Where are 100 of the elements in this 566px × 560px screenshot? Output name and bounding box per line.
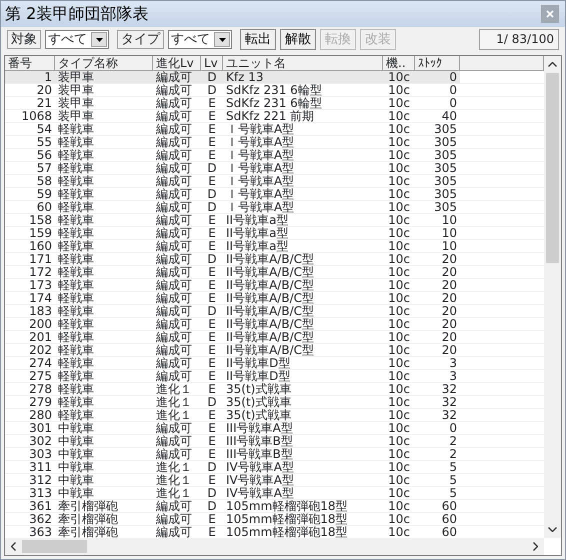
table-cell: E [201, 318, 223, 331]
table-cell: 35(t)式戦車 [223, 409, 383, 422]
table-cell: 278 [5, 383, 55, 396]
table-cell: E [201, 383, 223, 396]
filter-label: タイプ [117, 30, 164, 49]
close-button[interactable] [541, 5, 559, 23]
scroll-up-icon[interactable] [548, 62, 557, 67]
table-cell: II号戦車a型 [223, 214, 383, 227]
table-cell: 編成可 [153, 318, 201, 331]
table-cell: 10 [415, 240, 460, 253]
table-cell: 編成可 [153, 136, 201, 149]
table-cell: 10c [383, 422, 415, 435]
table-cell: 60 [5, 201, 55, 214]
table-cell: 編成可 [153, 292, 201, 305]
table-cell: 中戦車 [55, 422, 153, 435]
table-cell: 10c [383, 227, 415, 240]
table-cell: 進化１ [153, 461, 201, 474]
toolbar-button[interactable]: 解散 [280, 29, 316, 50]
toolbar-button[interactable]: 転出 [240, 29, 276, 50]
scrollbar-thumb[interactable] [22, 540, 87, 553]
table-cell: 編成可 [153, 71, 201, 84]
table-cell: 中戦車 [55, 487, 153, 500]
table-cell: 軽戦車 [55, 227, 153, 240]
table-cell: D [201, 500, 223, 513]
table-cell: 201 [5, 331, 55, 344]
table-cell: E [201, 292, 223, 305]
table-cell: 10c [383, 292, 415, 305]
table-cell: 59 [5, 188, 55, 201]
dropdown-arrow-icon[interactable] [218, 38, 226, 42]
scroll-left-icon[interactable] [11, 542, 16, 551]
table-cell: Ｉ号戦車A型 [223, 201, 383, 214]
column-header[interactable]: 番号 [5, 56, 55, 71]
table-cell: 軽戦車 [55, 123, 153, 136]
table-cell: 装甲車 [55, 97, 153, 110]
table-cell: 60 [415, 513, 460, 526]
table-cell: Ｉ号戦車A型 [223, 149, 383, 162]
table-cell: 105mm軽榴弾砲18型 [223, 513, 383, 526]
table-cell: II号戦車A/B/C型 [223, 292, 383, 305]
table-cell: 10c [383, 461, 415, 474]
scrollbar-thumb[interactable] [546, 73, 559, 263]
table-cell: D [201, 461, 223, 474]
table-cell: 編成可 [153, 188, 201, 201]
table-cell: 装甲車 [55, 71, 153, 84]
table-cell: 10c [383, 175, 415, 188]
table-cell: 編成可 [153, 97, 201, 110]
column-header[interactable]: タイプ名称 [55, 56, 153, 71]
filter-dropdown[interactable]: すべて [45, 30, 109, 49]
table-cell: 編成可 [153, 305, 201, 318]
table-cell: 中戦車 [55, 461, 153, 474]
table-cell: 軽戦車 [55, 266, 153, 279]
table-cell: 20 [415, 305, 460, 318]
column-header[interactable]: ｽﾄｯｸ [415, 56, 460, 71]
column-header[interactable]: 機.. [383, 56, 415, 71]
table-cell: 編成可 [153, 253, 201, 266]
table-cell: Kfz 13 [223, 71, 383, 84]
table-cell: 編成可 [153, 344, 201, 357]
table-cell: II号戦車A/B/C型 [223, 305, 383, 318]
table-cell: 編成可 [153, 240, 201, 253]
table-cell: 21 [5, 97, 55, 110]
table-cell: 305 [415, 188, 460, 201]
table-cell: 10c [383, 110, 415, 123]
horizontal-scrollbar[interactable] [5, 538, 544, 555]
column-header[interactable]: 進化Lv [153, 56, 201, 71]
table-cell: E [201, 214, 223, 227]
dropdown-arrow-icon[interactable] [96, 38, 102, 42]
table-cell: 20 [415, 266, 460, 279]
close-icon[interactable] [546, 10, 554, 18]
column-header[interactable]: ユニット名 [223, 56, 383, 71]
column-header[interactable]: Lv [201, 56, 223, 71]
filter-dropdown[interactable]: すべて [168, 30, 232, 49]
table-cell: 311 [5, 461, 55, 474]
table-cell: 5 [415, 474, 460, 487]
table-cell: 171 [5, 253, 55, 266]
table-cell: 中戦車 [55, 474, 153, 487]
table-cell: 173 [5, 279, 55, 292]
table-cell: 35(t)式戦車 [223, 383, 383, 396]
table-cell: 10c [383, 214, 415, 227]
table-cell: 0 [415, 84, 460, 97]
table-cell: II号戦車A/B/C型 [223, 344, 383, 357]
table-cell: IV号戦車A型 [223, 487, 383, 500]
table-cell: 60 [415, 500, 460, 513]
table-cell: 編成可 [153, 448, 201, 461]
table-cell: 編成可 [153, 175, 201, 188]
table-cell: 進化１ [153, 487, 201, 500]
table-cell: II号戦車D型 [223, 370, 383, 383]
table-cell: 編成可 [153, 266, 201, 279]
table-cell: 10c [383, 71, 415, 84]
table-cell: 10c [383, 409, 415, 422]
table-cell: 編成可 [153, 357, 201, 370]
table-cell: 10c [383, 435, 415, 448]
table-cell: 10c [383, 162, 415, 175]
table-cell: 32 [415, 396, 460, 409]
unit-counter: 1/ 83/100 [479, 29, 559, 50]
table-cell: 10c [383, 201, 415, 214]
scroll-right-icon[interactable] [533, 542, 538, 551]
scroll-down-icon[interactable] [548, 527, 557, 532]
table-cell: 305 [415, 123, 460, 136]
table-cell: 305 [415, 175, 460, 188]
table-cell: E [201, 175, 223, 188]
vertical-scrollbar[interactable] [544, 56, 561, 538]
